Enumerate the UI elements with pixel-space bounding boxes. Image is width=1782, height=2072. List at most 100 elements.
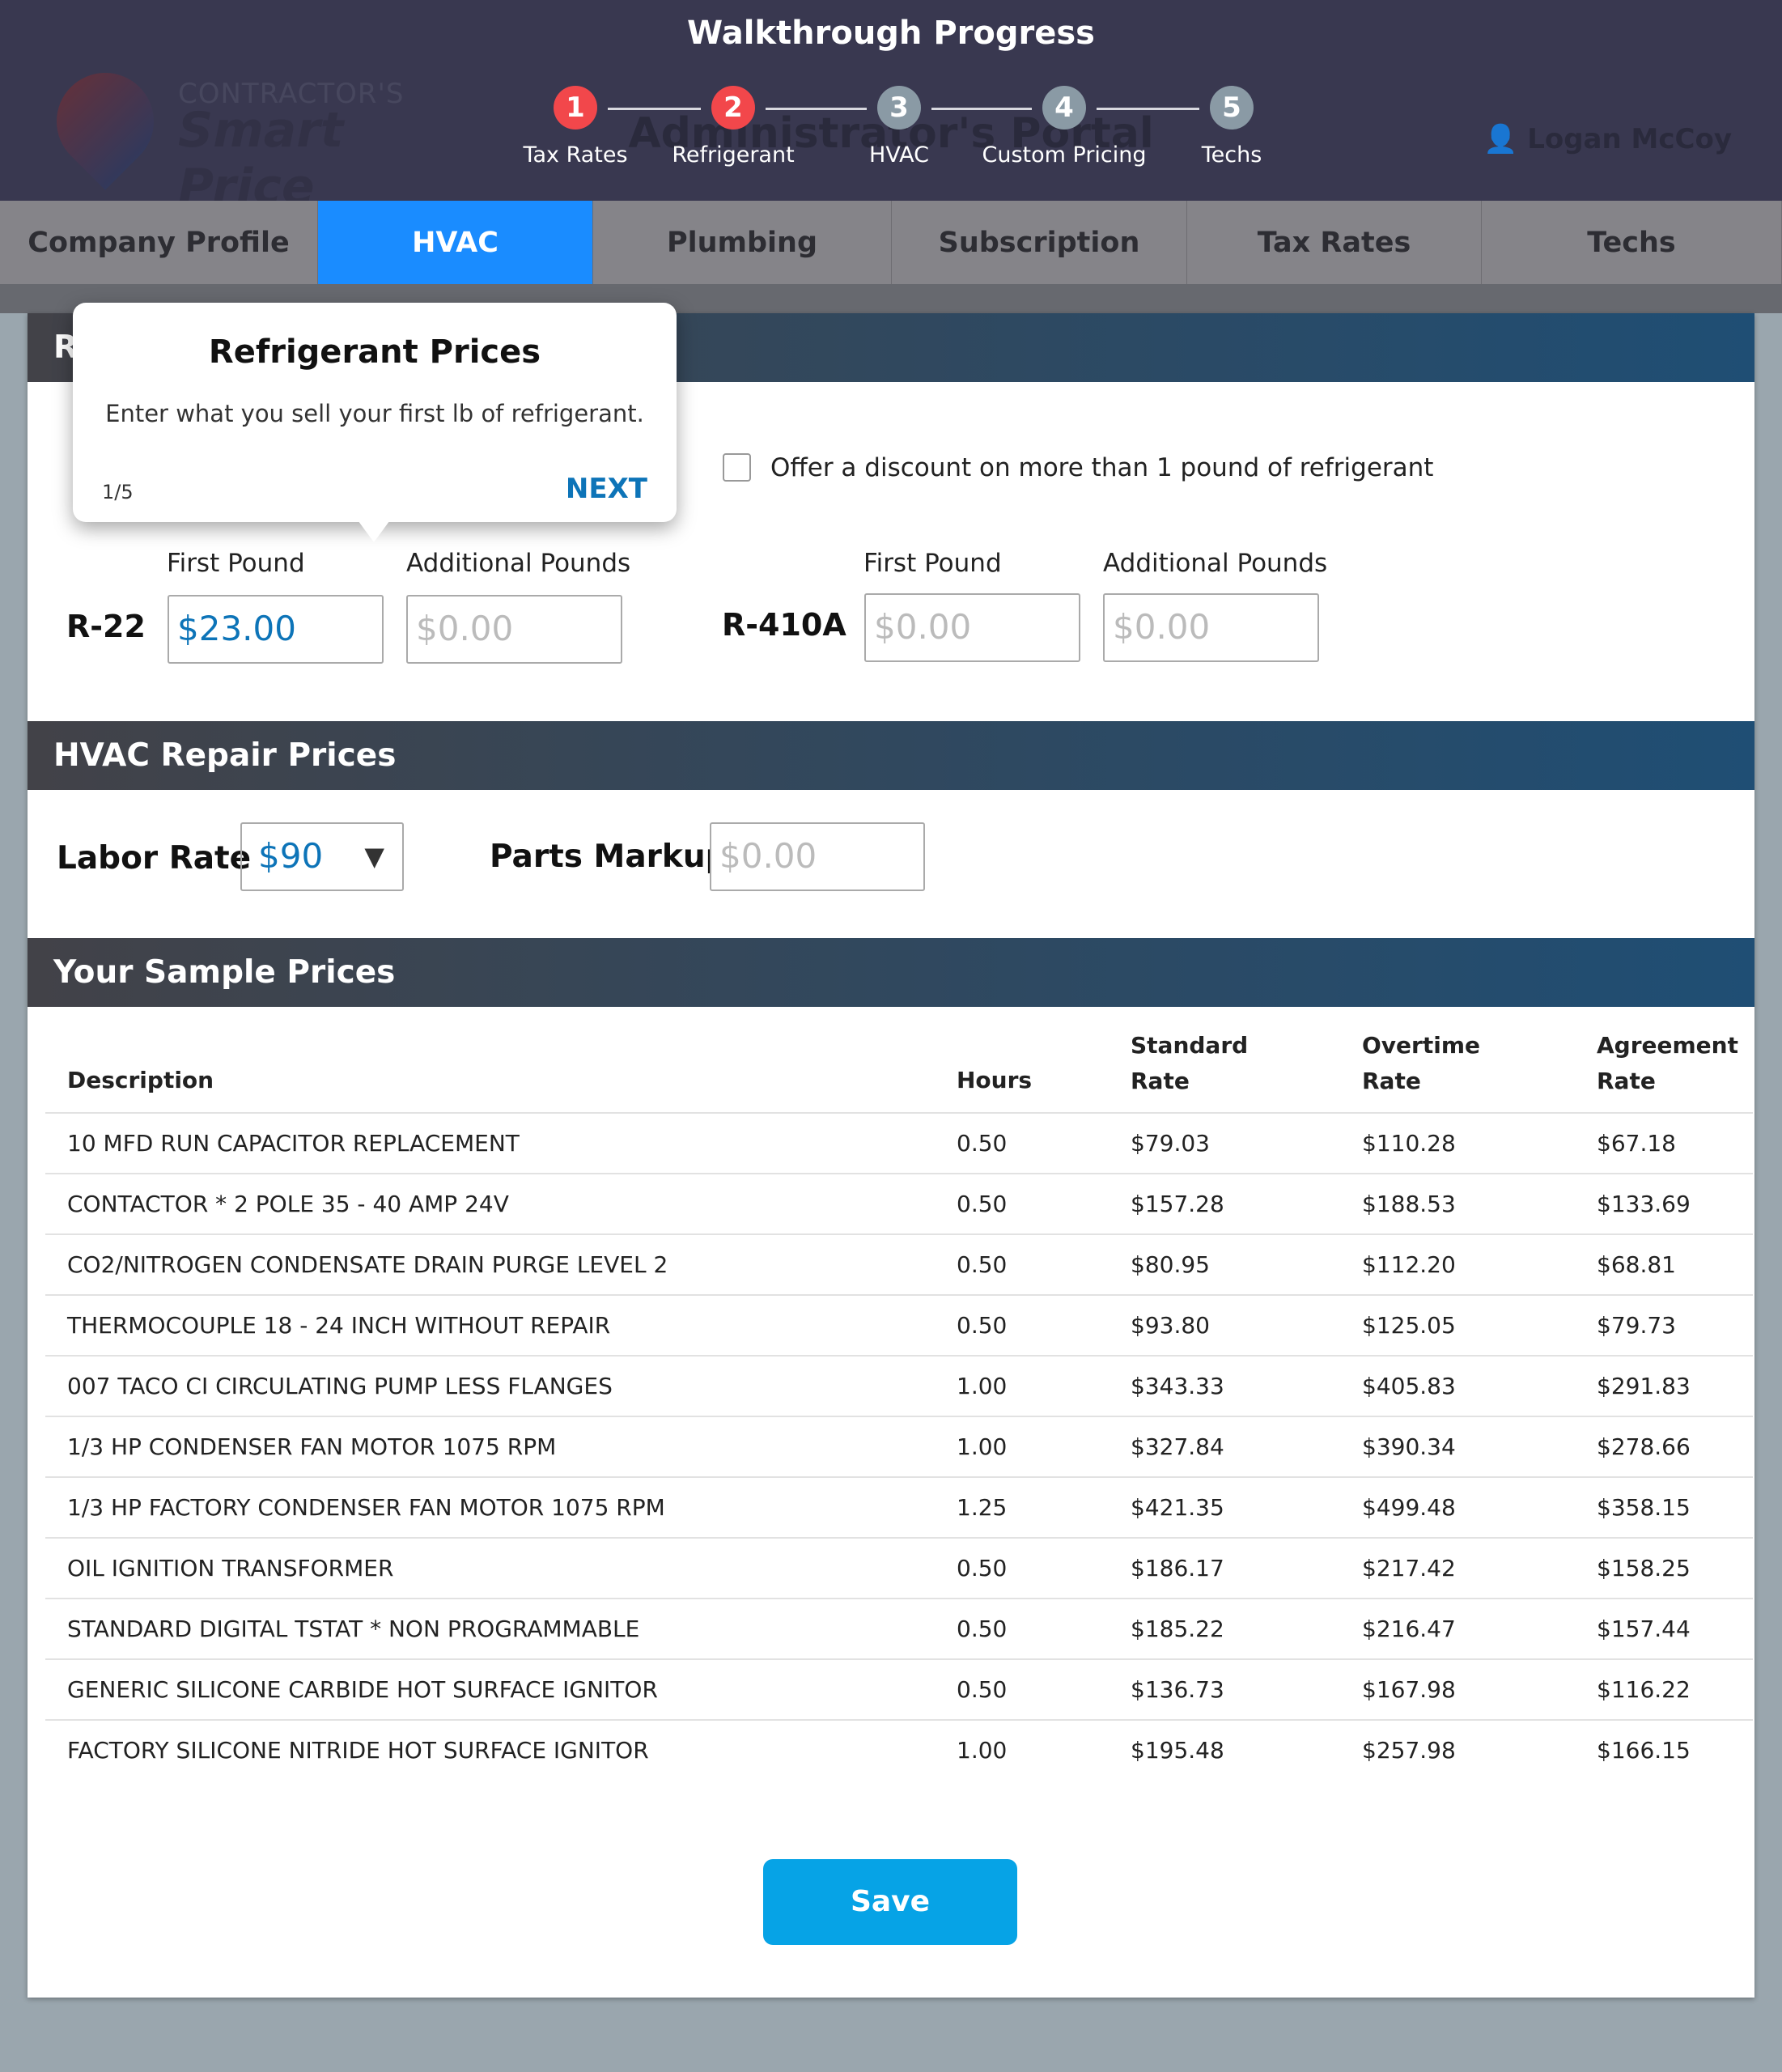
tab-bar: Company Profile HVAC Plumbing Subscription T… — [0, 201, 1782, 284]
table-row: OIL IGNITION TRANSFORMER 0.50 $186.17 $217.… — [45, 1537, 1753, 1598]
row-standard-rate: $421.35 — [1131, 1494, 1224, 1521]
user-menu[interactable]: 👤 Logan McCoy — [1483, 123, 1732, 155]
col-description: Description — [67, 1067, 214, 1093]
header: CONTRACTOR'S Smart Price Administrator's… — [0, 0, 1782, 215]
r410a-additional-label: Additional Pounds — [1103, 549, 1328, 578]
col-standard-rate: Standard Rate — [1131, 1032, 1249, 1094]
labor-rate-value: $90 — [258, 836, 324, 876]
row-description: CONTACTOR * 2 POLE 35 - 40 AMP 24V — [67, 1191, 509, 1217]
row-hours: 0.50 — [957, 1676, 1008, 1703]
row-standard-rate: $186.17 — [1131, 1555, 1224, 1582]
col-hours: Hours — [957, 1067, 1033, 1093]
step-4-circle[interactable]: 4 — [1042, 86, 1086, 130]
step-connector — [1097, 108, 1199, 110]
tooltip-arrow — [356, 518, 392, 542]
labor-rate-label: Labor Rate — [57, 840, 252, 877]
row-description: CO2/NITROGEN CONDENSATE DRAIN PURGE LEVE… — [67, 1251, 668, 1278]
row-standard-rate: $343.33 — [1131, 1373, 1224, 1399]
r410a-first-label: First Pound — [863, 549, 1002, 578]
row-hours: 0.50 — [957, 1312, 1008, 1339]
walkthrough-tooltip: Refrigerant Prices Enter what you sell y… — [73, 303, 677, 522]
row-hours: 0.50 — [957, 1616, 1008, 1642]
row-standard-rate: $185.22 — [1131, 1616, 1224, 1642]
row-overtime-rate: $188.53 — [1362, 1191, 1456, 1217]
table-row: STANDARD DIGITAL TSTAT * NON PROGRAMMABL… — [45, 1598, 1753, 1658]
tab-techs[interactable]: Techs — [1482, 201, 1782, 284]
row-standard-rate: $195.48 — [1131, 1737, 1224, 1764]
row-hours: 0.50 — [957, 1555, 1008, 1582]
step-connector — [931, 108, 1032, 110]
row-standard-rate: $327.84 — [1131, 1433, 1224, 1460]
row-agreement-rate: $67.18 — [1597, 1130, 1676, 1157]
step-5-label: Techs — [1201, 142, 1262, 168]
row-description: GENERIC SILICONE CARBIDE HOT SURFACE IGN… — [67, 1676, 658, 1703]
user-icon: 👤 — [1483, 123, 1528, 155]
col-agreement-rate: Agreement Rate — [1597, 1032, 1738, 1094]
table-row: 10 MFD RUN CAPACITOR REPLACEMENT 0.50 $79.… — [45, 1112, 1753, 1173]
row-description: OIL IGNITION TRANSFORMER — [67, 1555, 394, 1582]
row-agreement-rate: $79.73 — [1597, 1312, 1676, 1339]
row-agreement-rate: $68.81 — [1597, 1251, 1676, 1278]
row-standard-rate: $79.03 — [1131, 1130, 1210, 1157]
step-1-circle[interactable]: 1 — [554, 86, 597, 130]
discount-checkbox[interactable] — [723, 453, 751, 482]
row-overtime-rate: $390.34 — [1362, 1433, 1456, 1460]
step-2-circle[interactable]: 2 — [711, 86, 755, 130]
row-overtime-rate: $167.98 — [1362, 1676, 1456, 1703]
table-row: 007 TACO CI CIRCULATING PUMP LESS FLANGE… — [45, 1355, 1753, 1416]
row-agreement-rate: $291.83 — [1597, 1373, 1691, 1399]
row-agreement-rate: $116.22 — [1597, 1676, 1691, 1703]
tooltip-next-button[interactable]: NEXT — [566, 473, 647, 505]
row-agreement-rate: $157.44 — [1597, 1616, 1691, 1642]
row-description: 1/3 HP CONDENSER FAN MOTOR 1075 RPM — [67, 1433, 557, 1460]
walkthrough-title: Walkthrough Progress — [687, 15, 1095, 52]
r22-first-pound-input[interactable]: $23.00 — [168, 595, 384, 664]
step-4-label: Custom Pricing — [982, 142, 1147, 168]
row-overtime-rate: $112.20 — [1362, 1251, 1456, 1278]
step-5-circle[interactable]: 5 — [1210, 86, 1254, 130]
table-row: GENERIC SILICONE CARBIDE HOT SURFACE IGN… — [45, 1658, 1753, 1719]
row-hours: 1.25 — [957, 1494, 1008, 1521]
row-standard-rate: $93.80 — [1131, 1312, 1210, 1339]
table-row: FACTORY SILICONE NITRIDE HOT SURFACE IGN… — [45, 1719, 1753, 1780]
r22-additional-label: Additional Pounds — [406, 549, 631, 578]
step-connector — [766, 108, 867, 110]
table-row: CO2/NITROGEN CONDENSATE DRAIN PURGE LEVE… — [45, 1233, 1753, 1294]
row-hours: 1.00 — [957, 1433, 1008, 1460]
step-3-circle[interactable]: 3 — [877, 86, 921, 130]
row-overtime-rate: $125.05 — [1362, 1312, 1456, 1339]
tab-tax-rates[interactable]: Tax Rates — [1187, 201, 1482, 284]
row-agreement-rate: $158.25 — [1597, 1555, 1691, 1582]
row-agreement-rate: $278.66 — [1597, 1433, 1691, 1460]
row-standard-rate: $80.95 — [1131, 1251, 1210, 1278]
r410a-additional-pounds-input[interactable]: $0.00 — [1103, 593, 1319, 662]
r22-first-label: First Pound — [167, 549, 305, 578]
table-row: THERMOCOUPLE 18 - 24 INCH WITHOUT REPAIR… — [45, 1294, 1753, 1355]
row-hours: 1.00 — [957, 1737, 1008, 1764]
row-overtime-rate: $257.98 — [1362, 1737, 1456, 1764]
row-hours: 0.50 — [957, 1130, 1008, 1157]
r410a-first-pound-input[interactable]: $0.00 — [864, 593, 1080, 662]
row-agreement-rate: $166.15 — [1597, 1737, 1691, 1764]
save-button[interactable]: Save — [763, 1859, 1017, 1945]
row-hours: 1.00 — [957, 1373, 1008, 1399]
tab-company-profile[interactable]: Company Profile — [0, 201, 318, 284]
parts-markup-input[interactable]: $0.00 — [710, 822, 925, 891]
row-overtime-rate: $110.28 — [1362, 1130, 1456, 1157]
table-row: CONTACTOR * 2 POLE 35 - 40 AMP 24V 0.50 $1… — [45, 1173, 1753, 1233]
step-connector — [608, 108, 701, 110]
tooltip-step-count: 1/5 — [102, 481, 134, 503]
r22-additional-pounds-input[interactable]: $0.00 — [406, 595, 622, 664]
tab-hvac[interactable]: HVAC — [318, 201, 593, 284]
tab-plumbing[interactable]: Plumbing — [593, 201, 892, 284]
parts-markup-label: Parts Markup — [490, 839, 728, 875]
row-description: 10 MFD RUN CAPACITOR REPLACEMENT — [67, 1130, 520, 1157]
row-hours: 0.50 — [957, 1191, 1008, 1217]
labor-rate-select[interactable]: $90 ▼ — [240, 822, 404, 891]
row-description: THERMOCOUPLE 18 - 24 INCH WITHOUT REPAIR — [67, 1312, 611, 1339]
row-overtime-rate: $217.42 — [1362, 1555, 1456, 1582]
tab-subscription[interactable]: Subscription — [892, 201, 1187, 284]
table-row: 1/3 HP CONDENSER FAN MOTOR 1075 RPM 1.00 $… — [45, 1416, 1753, 1476]
dropdown-caret-icon: ▼ — [364, 841, 384, 872]
row-agreement-rate: $133.69 — [1597, 1191, 1691, 1217]
